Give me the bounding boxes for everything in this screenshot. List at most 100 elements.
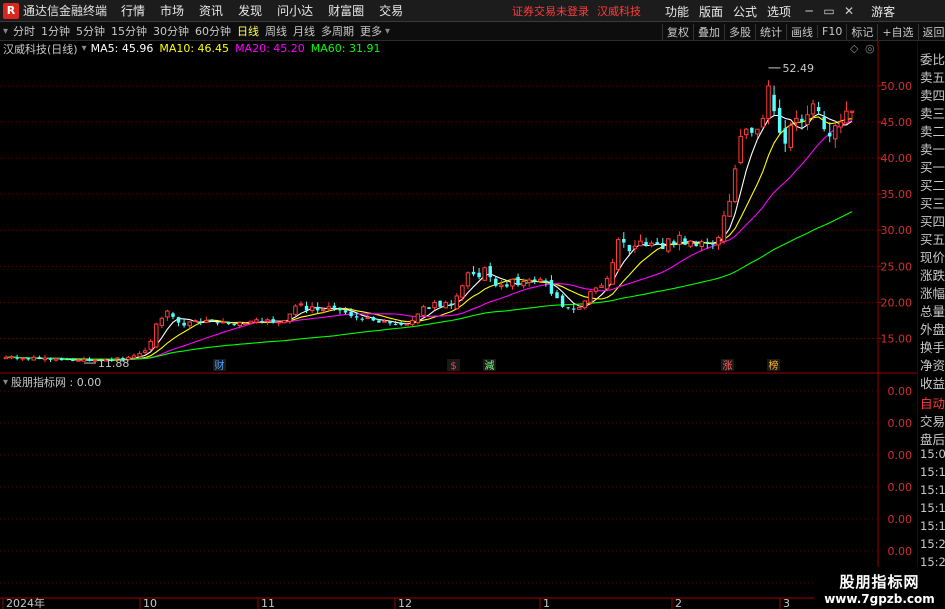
period-multi[interactable]: 多周期 [318,23,357,39]
candle-body [204,319,209,323]
candle-body [699,241,704,248]
diamond-icon[interactable]: ◇ [850,42,858,55]
candle-body [744,128,749,136]
side-panel-item[interactable]: 收益 [920,373,945,392]
candle-body [661,243,665,250]
tool-f10[interactable]: F10 [817,25,846,38]
menu-wenxiaoda[interactable]: 问小达 [277,2,313,19]
more-chevron-icon[interactable]: ▾ [385,26,390,37]
kline-chart[interactable]: 50.0045.0040.0035.0030.0025.0020.0015.00… [0,41,917,609]
period-monthly[interactable]: 月线 [290,23,318,39]
y-tick-label: 20.00 [881,296,913,309]
side-panel-item[interactable]: 净资 [920,355,945,374]
candle-body [187,321,192,327]
stock-title: 汉威科技 [597,5,641,18]
x-tick-label: 10 [143,597,157,609]
trade-login-status[interactable]: 证券交易未登录 [512,3,589,19]
ma60-value: MA60: 31.91 [310,42,381,55]
period-more[interactable]: 更多 [357,23,385,39]
side-panel-item[interactable]: 买一 [920,157,945,176]
side-panel-item[interactable]: 卖二 [920,121,945,140]
period-30min[interactable]: 30分钟 [150,23,192,39]
side-panel-item[interactable]: 卖五 [920,67,945,86]
side-panel-item[interactable]: 委比 [920,49,945,68]
close-icon[interactable]: ✕ [839,2,859,20]
side-panel-item[interactable]: 买四 [920,211,945,230]
side-panel-item[interactable]: 买三 [920,193,945,212]
sub-indicator-menu-icon[interactable]: ▾ [3,377,8,388]
side-panel-item[interactable]: 总量 [920,301,945,320]
side-panel-item[interactable]: 买二 [920,175,945,194]
period-weekly[interactable]: 周线 [262,23,290,39]
candle-body [393,323,398,325]
indicator-menu-icon[interactable]: ▾ [82,43,87,54]
side-panel-item[interactable]: 交易 [920,411,945,430]
period-1min[interactable]: 1分钟 [38,23,73,39]
side-panel-item[interactable]: 15:00 [920,447,945,461]
side-panel-item[interactable]: 15:1 [920,519,945,533]
candle-body [9,356,14,359]
tool-tongji[interactable]: 统计 [755,23,786,40]
side-panel-item[interactable]: 现价 [920,247,945,266]
candle-body [377,320,381,323]
candle-body [610,262,615,285]
period-daily[interactable]: 日线 [234,23,262,39]
side-panel-item[interactable]: 卖三 [920,103,945,122]
high-price-label: 52.49 [783,62,815,75]
candle-body [210,319,214,322]
tool-diejia[interactable]: 叠加 [693,23,724,40]
menu-jiaoyi[interactable]: 交易 [379,2,403,19]
period-5min[interactable]: 5分钟 [73,23,108,39]
settings-icon[interactable]: ◎ [865,42,875,55]
tool-fuquan[interactable]: 复权 [662,23,693,40]
menu-gongneng[interactable]: 功能 [665,3,689,20]
menu-zixun[interactable]: 资讯 [199,2,223,19]
side-panel-item[interactable]: 15:1 [920,465,945,479]
candle-body [632,245,638,250]
side-panel-item[interactable]: 15:1 [920,501,945,515]
guest-user[interactable]: 游客 [871,3,895,20]
tool-fanhui[interactable]: 返回 [917,23,945,40]
candle-body [510,278,515,287]
candle-body [193,319,198,322]
period-60min[interactable]: 60分钟 [192,23,234,39]
candle-body [471,271,476,275]
candle-body [516,276,520,286]
menu-faxian[interactable]: 发现 [238,2,262,19]
side-panel-item[interactable]: 涨跌 [920,265,945,284]
menu-banmian[interactable]: 版面 [699,3,723,20]
menu-hangqing[interactable]: 行情 [121,2,145,19]
side-panel-item[interactable]: 换手 [920,337,945,356]
side-panel-item[interactable]: 15:1 [920,483,945,497]
candle-body [644,242,648,247]
menu-shichang[interactable]: 市场 [160,2,184,19]
side-panel-item[interactable]: 盘后 [920,429,945,448]
sub-y-tick-label: 0.00 [888,545,913,558]
side-panel-item[interactable]: 卖四 [920,85,945,104]
side-panel-item[interactable]: 自动 [920,393,945,412]
side-panel-item[interactable]: 买五 [920,229,945,248]
side-panel-item[interactable]: 涨幅 [920,283,945,302]
tool-duogu[interactable]: 多股 [724,23,755,40]
period-toolbar: ▾ 分时 1分钟 5分钟 15分钟 30分钟 60分钟 日线 周线 月线 多周期… [0,22,945,41]
toolbar-dropdown-icon[interactable]: ▾ [3,26,8,37]
tool-biaoji[interactable]: 标记 [846,23,877,40]
side-panel-item[interactable]: 15:2 [920,537,945,551]
watermark-title: 股朋指标网 [839,572,920,591]
period-fenshi[interactable]: 分时 [10,23,38,39]
restore-icon[interactable]: ▭ [819,2,839,20]
tool-huaxian[interactable]: 画线 [786,23,817,40]
menu-xuanxiang[interactable]: 选项 [767,3,791,20]
minimize-icon[interactable]: ─ [799,2,819,20]
tool-zixuan[interactable]: +自选 [877,23,917,40]
menu-caifuquan[interactable]: 财富圈 [328,2,364,19]
side-panel-item[interactable]: 卖一 [920,139,945,158]
candle-body [616,239,621,270]
candle-body [159,317,165,326]
period-15min[interactable]: 15分钟 [108,23,150,39]
x-tick-label: 2024年 [6,596,45,609]
y-tick-label: 25.00 [881,260,913,273]
candle-body [599,285,604,289]
menu-gongshi[interactable]: 公式 [733,3,757,20]
side-panel-item[interactable]: 外盘 [920,319,945,338]
